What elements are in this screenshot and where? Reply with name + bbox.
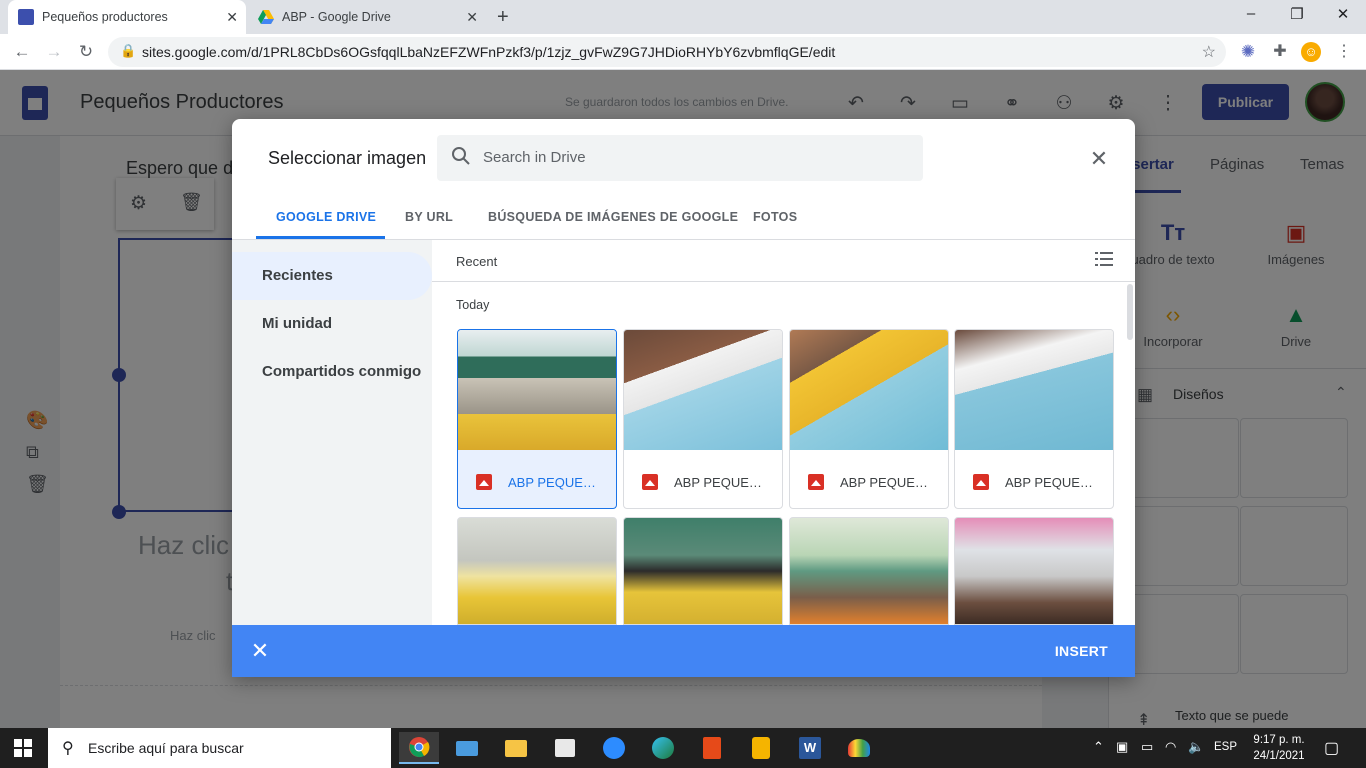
url-text: sites.google.com/d/1PRL8CbDs6OGsfqqlLbaN… xyxy=(142,44,836,60)
photo-child-cards xyxy=(790,330,948,450)
tab-title: Pequeños productores xyxy=(42,10,168,24)
file-name: ABP PEQUEÑ... xyxy=(840,474,934,490)
browser-tab-strip: Pequeños productores ✕ ABP - Google Driv… xyxy=(0,0,1366,34)
file-thumbnail[interactable]: ABP PEQUEÑ... xyxy=(623,329,783,509)
chrome-taskbar-icon[interactable] xyxy=(399,732,439,764)
tab-abp-google-drive[interactable]: ABP - Google Drive ✕ xyxy=(248,0,486,34)
windows-taskbar: ⚲ Escribe aquí para buscar W ⌃ ▣ ▭ ◠ 🔈 E… xyxy=(0,728,1366,768)
nav-shared-with-me[interactable]: Compartidos conmigo xyxy=(232,348,432,396)
clock-time: 9:17 p. m. xyxy=(1253,734,1305,746)
photo-classroom-circle xyxy=(458,330,616,450)
word-taskbar-icon[interactable]: W xyxy=(790,732,830,764)
paint-taskbar-icon[interactable] xyxy=(839,732,879,764)
zoom-taskbar-icon[interactable] xyxy=(594,732,634,764)
search-icon xyxy=(451,146,471,166)
extensions-puzzle-icon[interactable]: ✚ xyxy=(1270,42,1290,62)
image-file-icon xyxy=(973,474,989,490)
sites-favicon-icon xyxy=(18,9,34,25)
image-file-icon xyxy=(476,474,492,490)
notes-taskbar-icon[interactable] xyxy=(741,732,781,764)
close-tab-icon[interactable]: ✕ xyxy=(466,9,478,26)
bookmark-star-icon[interactable]: ☆ xyxy=(1202,42,1216,62)
forward-icon[interactable]: → xyxy=(42,40,66,64)
file-caption: ABP PEQUEÑ... xyxy=(458,456,616,508)
lock-icon: 🔒 xyxy=(120,43,137,58)
search-icon: ⚲ xyxy=(62,740,74,757)
wifi-icon[interactable]: ◠ xyxy=(1165,739,1176,755)
tab-by-url[interactable]: BY URL xyxy=(405,210,453,224)
edge-taskbar-icon[interactable] xyxy=(643,732,683,764)
store-taskbar-icon[interactable] xyxy=(545,732,585,764)
recent-header: Recent xyxy=(432,240,1135,282)
extension-gear-icon[interactable]: ✺ xyxy=(1238,42,1258,62)
browser-menu-icon[interactable]: ⋮ xyxy=(1334,42,1354,62)
insert-button[interactable]: INSERT xyxy=(1055,643,1108,659)
file-name: ABP PEQUEÑ... xyxy=(1005,474,1099,490)
mail-taskbar-icon[interactable] xyxy=(447,732,487,764)
back-icon[interactable]: ← xyxy=(10,40,34,64)
profile-extension-icon[interactable]: ☺ xyxy=(1301,42,1321,62)
taskbar-search-placeholder: Escribe aquí para buscar xyxy=(88,740,244,756)
drive-search-input[interactable]: Search in Drive xyxy=(437,135,923,181)
tab-title: ABP - Google Drive xyxy=(282,10,391,24)
tray-chevron-icon[interactable]: ⌃ xyxy=(1093,739,1104,755)
dialog-close-icon[interactable]: ✕ xyxy=(1087,146,1111,172)
file-thumbnail[interactable] xyxy=(954,517,1114,625)
file-name: ABP PEQUEÑ... xyxy=(508,474,602,490)
dialog-title: Seleccionar imagen xyxy=(268,148,427,168)
file-thumbnail[interactable] xyxy=(623,517,783,625)
file-explorer-taskbar-icon[interactable] xyxy=(496,732,536,764)
list-view-icon[interactable] xyxy=(1095,251,1113,267)
file-caption: ABP PEQUEÑ... xyxy=(955,456,1113,508)
tab-google-drive[interactable]: GOOGLE DRIVE xyxy=(276,210,376,224)
photo-children-table xyxy=(624,330,782,450)
nav-recent[interactable]: Recientes xyxy=(232,252,432,300)
minimize-icon[interactable]: – xyxy=(1228,5,1274,22)
address-bar[interactable]: 🔒 sites.google.com/d/1PRL8CbDs6OGsfqqlLb… xyxy=(108,37,1226,67)
close-tab-icon[interactable]: ✕ xyxy=(226,9,238,26)
file-thumbnail[interactable] xyxy=(789,517,949,625)
tab-google-image-search[interactable]: BÚSQUEDA DE IMÁGENES DE GOOGLE xyxy=(488,210,738,224)
taskbar-search-input[interactable]: ⚲ Escribe aquí para buscar xyxy=(48,728,391,768)
browser-toolbar: ← → ↻ 🔒 sites.google.com/d/1PRL8CbDs6OGs… xyxy=(0,34,1366,70)
language-indicator[interactable]: ESP xyxy=(1214,741,1237,753)
recent-label: Recent xyxy=(456,254,498,269)
photo-children-table-2 xyxy=(955,330,1113,450)
drive-left-nav: Recientes Mi unidad Compartidos conmigo xyxy=(232,240,432,677)
file-name: ABP PEQUEÑ... xyxy=(674,474,768,490)
reload-icon[interactable]: ↻ xyxy=(74,40,98,64)
maximize-icon[interactable]: ❐ xyxy=(1274,5,1320,23)
battery-icon[interactable]: ▭ xyxy=(1141,739,1153,755)
taskbar-clock[interactable]: 9:17 p. m. 24/1/2021 xyxy=(1244,732,1314,764)
image-file-icon xyxy=(642,474,658,490)
image-file-icon xyxy=(808,474,824,490)
scrollbar-thumb[interactable] xyxy=(1127,284,1133,340)
select-image-dialog: Seleccionar imagen Search in Drive ✕ GOO… xyxy=(232,119,1135,677)
deselect-close-icon[interactable]: ✕ xyxy=(248,638,272,664)
file-caption: ABP PEQUEÑ... xyxy=(624,456,782,508)
office-taskbar-icon[interactable] xyxy=(692,732,732,764)
search-placeholder: Search in Drive xyxy=(483,149,586,166)
file-caption: ABP PEQUEÑ... xyxy=(790,456,948,508)
tab-pequenos-productores[interactable]: Pequeños productores ✕ xyxy=(8,0,246,34)
notifications-icon[interactable]: ▢ xyxy=(1324,738,1339,758)
file-thumbnail[interactable] xyxy=(457,517,617,625)
clock-date: 24/1/2021 xyxy=(1253,750,1305,762)
tray-app-icon[interactable]: ▣ xyxy=(1116,739,1128,755)
dialog-footer: ✕ INSERT xyxy=(232,625,1135,677)
nav-my-drive[interactable]: Mi unidad xyxy=(232,300,432,348)
file-thumbnail[interactable]: ABP PEQUEÑ... xyxy=(789,329,949,509)
window-close-icon[interactable]: ✕ xyxy=(1320,5,1366,23)
drive-favicon-icon xyxy=(258,9,274,25)
windows-start-icon[interactable] xyxy=(14,739,32,757)
new-tab-icon[interactable]: + xyxy=(497,6,509,29)
section-today-label: Today xyxy=(456,298,490,312)
tab-photos[interactable]: FOTOS xyxy=(753,210,797,224)
file-thumbnail[interactable]: ABP PEQUEÑ... xyxy=(457,329,617,509)
file-thumbnail[interactable]: ABP PEQUEÑ... xyxy=(954,329,1114,509)
volume-icon[interactable]: 🔈 xyxy=(1188,739,1204,755)
